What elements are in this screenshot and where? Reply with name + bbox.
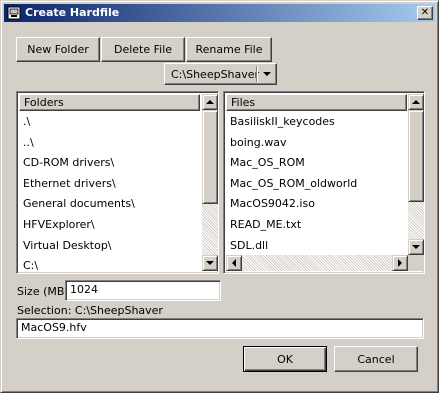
selection-input[interactable]: MacOS9.hfv bbox=[16, 318, 424, 339]
list-item[interactable]: ..\ bbox=[19, 133, 135, 154]
list-item[interactable]: Virtual Desktop\ bbox=[19, 236, 135, 257]
window-title: Create Hardfile bbox=[25, 6, 120, 19]
folders-list[interactable]: Folders .\ ..\ CD-ROM drivers\ Ethernet dri… bbox=[16, 91, 219, 274]
selection-label: Selection: C:\SheepShaver bbox=[17, 304, 163, 317]
folders-vertical-scrollbar[interactable] bbox=[202, 94, 218, 271]
selection-value: MacOS9.hfv bbox=[21, 321, 87, 334]
files-horizontal-scrollbar[interactable] bbox=[226, 255, 408, 271]
scroll-up-button[interactable] bbox=[408, 94, 424, 110]
folders-rows: .\ ..\ CD-ROM drivers\ Ethernet drivers\ Gen… bbox=[19, 112, 135, 273]
ok-label: OK bbox=[277, 352, 293, 366]
size-label: Size (MB) bbox=[17, 285, 69, 298]
close-icon: ✕ bbox=[420, 7, 430, 18]
size-input[interactable]: 1024 bbox=[65, 280, 221, 301]
scroll-up-button[interactable] bbox=[202, 94, 218, 110]
arrow-right-icon bbox=[398, 259, 402, 267]
scroll-thumb[interactable] bbox=[408, 110, 424, 202]
rename-file-button[interactable]: Rename File bbox=[186, 37, 272, 62]
title-bar[interactable]: Create Hardfile ✕ bbox=[4, 4, 435, 22]
chevron-down-icon[interactable] bbox=[260, 66, 274, 82]
cancel-label: Cancel bbox=[357, 352, 395, 366]
scroll-down-button[interactable] bbox=[408, 239, 424, 255]
path-dropdown-value: C:\SheepShaver bbox=[171, 68, 260, 81]
list-item[interactable]: Ethernet drivers\ bbox=[19, 174, 135, 195]
list-item[interactable]: Mac_OS_ROM bbox=[226, 153, 357, 174]
folders-header-label: Folders bbox=[24, 96, 64, 109]
list-item[interactable]: Mac_OS_ROM_oldworld bbox=[226, 174, 357, 195]
delete-file-label: Delete File bbox=[113, 43, 173, 56]
ok-button[interactable]: OK bbox=[243, 346, 327, 372]
list-item[interactable]: boing.wav bbox=[226, 133, 357, 154]
list-item[interactable]: BasiliskII_keycodes bbox=[226, 112, 357, 133]
files-header-label: Files bbox=[231, 96, 256, 109]
list-item[interactable]: HFVExplorer\ bbox=[19, 215, 135, 236]
list-item[interactable]: SDL.dll bbox=[226, 236, 357, 257]
arrow-down-icon bbox=[412, 245, 420, 249]
arrow-up-icon bbox=[412, 100, 420, 104]
list-item[interactable]: General documents\ bbox=[19, 194, 135, 215]
dropdown-separator bbox=[256, 66, 258, 82]
scrollbar-corner bbox=[408, 255, 424, 271]
list-item[interactable]: CD-ROM drivers\ bbox=[19, 153, 135, 174]
arrow-up-icon bbox=[206, 100, 214, 104]
scroll-right-button[interactable] bbox=[392, 255, 408, 271]
delete-file-button[interactable]: Delete File bbox=[101, 37, 185, 62]
path-dropdown[interactable]: C:\SheepShaver bbox=[164, 63, 277, 85]
list-item[interactable]: MacOS9042.iso bbox=[226, 194, 357, 215]
new-folder-button[interactable]: New Folder bbox=[16, 37, 100, 62]
arrow-left-icon bbox=[232, 259, 236, 267]
scroll-thumb[interactable] bbox=[202, 110, 218, 204]
scroll-left-button[interactable] bbox=[226, 255, 242, 271]
list-item[interactable]: C:\ bbox=[19, 256, 135, 273]
arrow-down-icon bbox=[206, 261, 214, 265]
new-folder-label: New Folder bbox=[27, 43, 89, 56]
folders-column-header[interactable]: Folders bbox=[19, 94, 200, 111]
rename-file-label: Rename File bbox=[195, 43, 263, 56]
files-list[interactable]: Files BasiliskII_keycodes boing.wav Mac_OS… bbox=[223, 91, 425, 274]
cancel-button[interactable]: Cancel bbox=[334, 346, 418, 372]
app-window-icon bbox=[6, 5, 22, 21]
files-vertical-scrollbar[interactable] bbox=[408, 94, 424, 255]
list-item[interactable]: .\ bbox=[19, 112, 135, 133]
close-button[interactable]: ✕ bbox=[417, 6, 433, 20]
files-column-header[interactable]: Files bbox=[226, 94, 407, 111]
create-hardfile-dialog: Create Hardfile ✕ New Folder Delete File… bbox=[0, 0, 439, 393]
files-rows: BasiliskII_keycodes boing.wav Mac_OS_ROM Ma… bbox=[226, 112, 357, 256]
scroll-down-button[interactable] bbox=[202, 255, 218, 271]
size-value: 1024 bbox=[70, 283, 98, 296]
list-item[interactable]: READ_ME.txt bbox=[226, 215, 357, 236]
